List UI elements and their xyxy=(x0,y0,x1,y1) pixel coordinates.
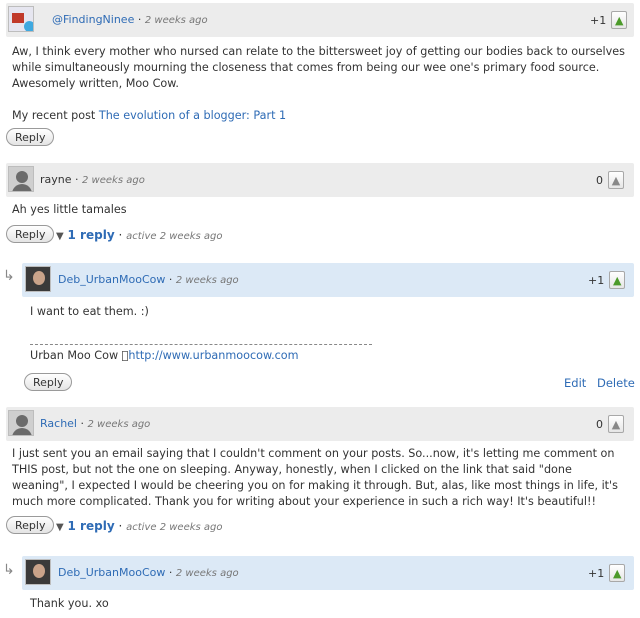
avatar-photo-icon xyxy=(33,564,45,578)
thumbs-up-icon[interactable]: ▲ xyxy=(608,415,624,433)
comment-time: 2 weeks ago xyxy=(144,15,208,26)
replies-active: active 2 weeks ago xyxy=(126,231,223,242)
delete-link[interactable]: Delete xyxy=(597,376,635,390)
comment-rachel: Rachel · 2 weeks ago 0 ▲ I just sent you… xyxy=(0,404,640,544)
reply-button[interactable]: Reply xyxy=(24,373,73,391)
triangle-down-icon: ▼ xyxy=(56,231,64,242)
triangle-down-icon: ▼ xyxy=(56,522,64,533)
replies-count[interactable]: 1 reply xyxy=(68,228,115,242)
signature-label: Urban Moo Cow   xyxy=(30,349,129,362)
vote-count: 0 xyxy=(596,173,603,187)
author-name[interactable]: Deb_UrbanMooCow xyxy=(58,566,165,579)
default-avatar-icon xyxy=(16,171,28,183)
avatar[interactable] xyxy=(8,166,34,192)
comment-meta: Deb_UrbanMooCow · 2 weeks ago xyxy=(58,566,239,579)
vote-count: +1 xyxy=(588,566,605,580)
comment-reply-deb-2: ↳ Deb_UrbanMooCow · 2 weeks ago +1 ▲ Tha… xyxy=(0,552,640,618)
comment-body-line: while simultaneously mourning the closen… xyxy=(12,61,600,74)
meta-separator: · xyxy=(118,519,123,533)
author-name[interactable]: Deb_UrbanMooCow xyxy=(58,273,165,286)
comment-body: I just sent you an email saying that I c… xyxy=(12,446,632,510)
replies-count[interactable]: 1 reply xyxy=(68,519,115,533)
reply-button[interactable]: Reply xyxy=(6,225,55,243)
comment-header: Rachel · 2 weeks ago 0 ▲ xyxy=(6,407,634,441)
comment-time: 2 weeks ago xyxy=(82,175,145,186)
reply-arrow-icon: ↳ xyxy=(3,562,15,578)
recent-post: My recent post The evolution of a blogge… xyxy=(12,108,632,124)
comment-findingninee: @FindingNinee · 2 weeks ago +1 ▲ Aw, I t… xyxy=(0,0,640,150)
comment-time: 2 weeks ago xyxy=(175,568,239,579)
vote-count: +1 xyxy=(588,273,605,287)
comment-body-line: I just sent you an email saying that I c… xyxy=(12,447,615,460)
avatar[interactable] xyxy=(8,6,34,32)
signature: Urban Moo Cow  http://www.urbanmoocow.co… xyxy=(30,348,299,364)
vote-count: 0 xyxy=(596,417,603,431)
meta-separator: · xyxy=(80,417,85,430)
vote-widget: +1 ▲ xyxy=(588,564,626,582)
comment-header: Deb_UrbanMooCow · 2 weeks ago +1 ▲ xyxy=(22,263,634,297)
reply-button[interactable]: Reply xyxy=(6,516,55,534)
vote-widget: 0 ▲ xyxy=(596,171,624,189)
reply-button[interactable]: Reply xyxy=(6,128,55,146)
comment-body-line: much more complicated. Thank you for wri… xyxy=(12,495,596,508)
avatar[interactable] xyxy=(8,410,34,436)
meta-separator: · xyxy=(168,566,173,579)
comment-meta: Deb_UrbanMooCow · 2 weeks ago xyxy=(58,273,239,286)
signature-link[interactable]: http://www.urbanmoocow.com xyxy=(128,349,298,362)
twitter-icon xyxy=(24,21,33,31)
comment-body: Thank you. xo xyxy=(30,597,109,610)
avatar-photo-icon xyxy=(33,271,45,285)
comment-header: rayne · 2 weeks ago 0 ▲ xyxy=(6,163,634,197)
reply-arrow-icon: ↳ xyxy=(3,268,15,284)
default-avatar-icon xyxy=(16,415,28,427)
signature-rule xyxy=(30,344,372,345)
vote-widget: +1 ▲ xyxy=(588,271,626,289)
replies-toggle[interactable]: ▼ 1 reply · active 2 weeks ago xyxy=(56,228,223,242)
avatar[interactable] xyxy=(25,266,51,292)
comment-body-line: Aw, I think every mother who nursed can … xyxy=(12,45,625,58)
comment-body-line: weaning", I expected I would be cheering… xyxy=(12,479,618,492)
meta-separator: · xyxy=(118,228,123,242)
thumbs-up-icon[interactable]: ▲ xyxy=(609,564,626,582)
edit-link[interactable]: Edit xyxy=(564,376,586,390)
comment-time: 2 weeks ago xyxy=(87,419,151,430)
meta-separator: · xyxy=(137,13,142,26)
replies-active: active 2 weeks ago xyxy=(126,522,223,533)
comment-meta: @FindingNinee · 2 weeks ago xyxy=(52,13,208,26)
author-name[interactable]: @FindingNinee xyxy=(52,13,134,26)
replies-toggle[interactable]: ▼ 1 reply · active 2 weeks ago xyxy=(56,519,223,533)
comment-body-line: THIS post, but not the one on sleeping. … xyxy=(12,463,572,476)
vote-widget: 0 ▲ xyxy=(596,415,624,433)
vote-count: +1 xyxy=(590,13,607,27)
author-name: rayne xyxy=(40,173,72,186)
thumbs-up-icon[interactable]: ▲ xyxy=(611,11,628,29)
recent-post-label: My recent post xyxy=(12,109,96,122)
avatar[interactable] xyxy=(25,559,51,585)
comment-body: I want to eat them. :) xyxy=(30,305,149,318)
comment-time: 2 weeks ago xyxy=(175,275,239,286)
comment-meta: rayne · 2 weeks ago xyxy=(40,173,145,186)
vote-widget: +1 ▲ xyxy=(590,11,628,29)
recent-post-link[interactable]: The evolution of a blogger: Part 1 xyxy=(99,109,286,122)
meta-separator: · xyxy=(75,173,79,186)
comment-meta: Rachel · 2 weeks ago xyxy=(40,417,150,430)
comment-header: Deb_UrbanMooCow · 2 weeks ago +1 ▲ xyxy=(22,556,634,590)
comment-reply-deb-1: ↳ Deb_UrbanMooCow · 2 weeks ago +1 ▲ I w… xyxy=(0,258,640,398)
comment-rayne: rayne · 2 weeks ago 0 ▲ Ah yes little ta… xyxy=(0,160,640,250)
avatar-image-icon xyxy=(12,13,24,23)
author-name[interactable]: Rachel xyxy=(40,417,77,430)
meta-separator: · xyxy=(168,273,173,286)
comment-body: Aw, I think every mother who nursed can … xyxy=(12,44,632,124)
comment-body: Ah yes little tamales xyxy=(12,203,127,216)
comment-header: @FindingNinee · 2 weeks ago +1 ▲ xyxy=(6,3,634,37)
comment-body-line: Awesomely written, Moo Cow. xyxy=(12,77,179,90)
thumbs-up-icon[interactable]: ▲ xyxy=(609,271,626,289)
thumbs-up-icon[interactable]: ▲ xyxy=(608,171,624,189)
